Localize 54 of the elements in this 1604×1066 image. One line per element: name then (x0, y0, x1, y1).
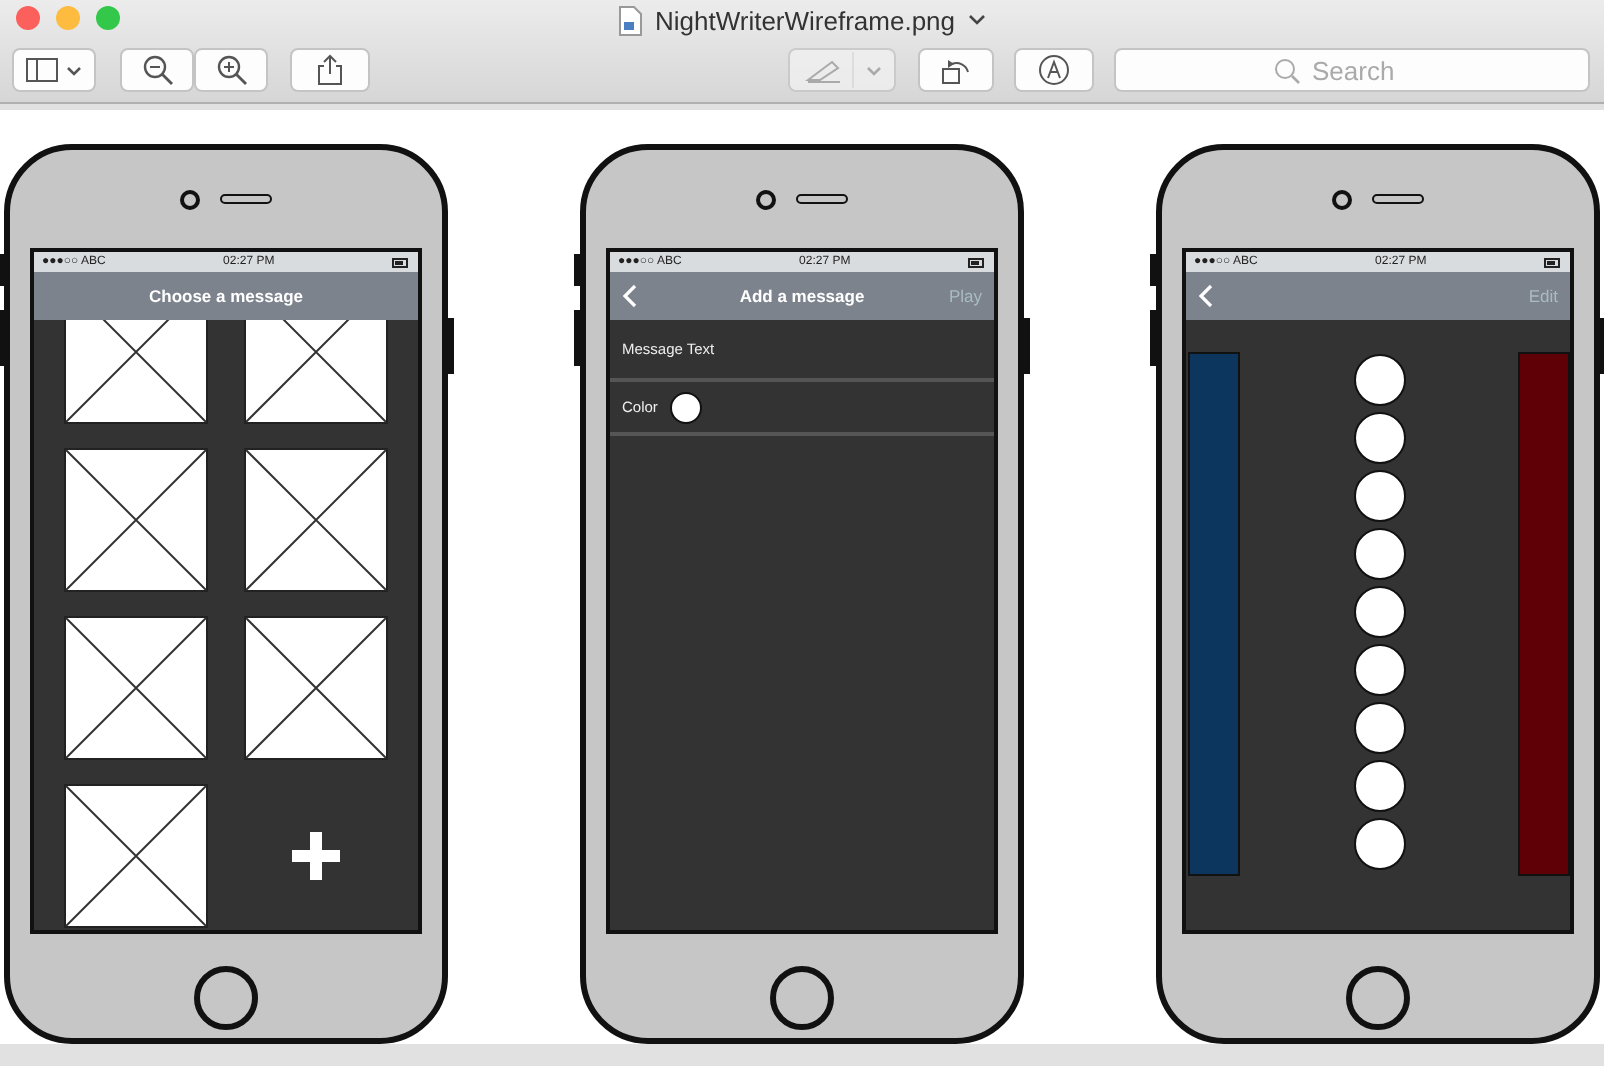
sidebar-button[interactable] (12, 48, 96, 92)
close-button[interactable] (16, 6, 40, 30)
screen-title: Choose a message (146, 286, 305, 306)
caret-icon (66, 65, 82, 75)
back-chevron-icon[interactable] (1198, 284, 1214, 308)
light-dot (1353, 818, 1405, 870)
image-placeholder-icon[interactable] (244, 616, 388, 760)
light-dot (1353, 412, 1405, 464)
rotate-icon (940, 54, 972, 86)
light-dot (1353, 586, 1405, 638)
screen-title: Add a message (737, 286, 867, 306)
share-icon (316, 54, 344, 86)
speaker-icon (220, 194, 272, 204)
zoom-out-icon (141, 54, 173, 86)
camera-icon (1332, 189, 1352, 209)
light-dot (1353, 702, 1405, 754)
zoom-in-button[interactable] (194, 48, 268, 92)
search-field[interactable]: Search (1114, 48, 1590, 92)
caret-icon[interactable] (967, 14, 986, 26)
nav-action-link[interactable]: Play (948, 286, 982, 306)
image-placeholder-icon[interactable] (64, 320, 208, 424)
light-dot (1353, 760, 1405, 812)
rotate-button[interactable] (918, 48, 994, 92)
window-title: NightWriterWireframe.png (654, 5, 956, 35)
share-button[interactable] (290, 48, 370, 92)
sidebar-icon (26, 58, 58, 82)
light-dot (1353, 354, 1405, 406)
camera-icon (756, 189, 776, 209)
image-placeholder-icon[interactable] (244, 448, 388, 592)
back-chevron-icon[interactable] (622, 284, 638, 308)
annotate-button[interactable] (1014, 48, 1094, 92)
light-dot (1353, 644, 1405, 696)
zoom-out-button[interactable] (120, 48, 194, 92)
document-icon (618, 5, 643, 35)
light-dot (1353, 528, 1405, 580)
pen-icon (803, 56, 839, 84)
color-swatch[interactable] (669, 391, 702, 423)
image-placeholder-icon[interactable] (244, 320, 388, 424)
light-dot (1353, 470, 1405, 522)
speaker-icon (796, 194, 848, 204)
battery-icon (391, 257, 410, 267)
nav-action-link[interactable]: Edit (1528, 286, 1558, 306)
image-placeholder-icon[interactable] (64, 448, 208, 592)
battery-icon (1543, 257, 1562, 267)
pen-tip-icon (1038, 54, 1070, 86)
caret-icon (865, 65, 881, 75)
speaker-icon (1372, 194, 1424, 204)
camera-icon (180, 189, 200, 209)
image-placeholder-icon[interactable] (64, 616, 208, 760)
plus-icon[interactable] (292, 832, 340, 880)
battery-icon (967, 257, 986, 267)
image-placeholder-icon[interactable] (64, 784, 208, 928)
search-icon (1274, 58, 1300, 84)
zoom-in-icon (215, 54, 247, 86)
